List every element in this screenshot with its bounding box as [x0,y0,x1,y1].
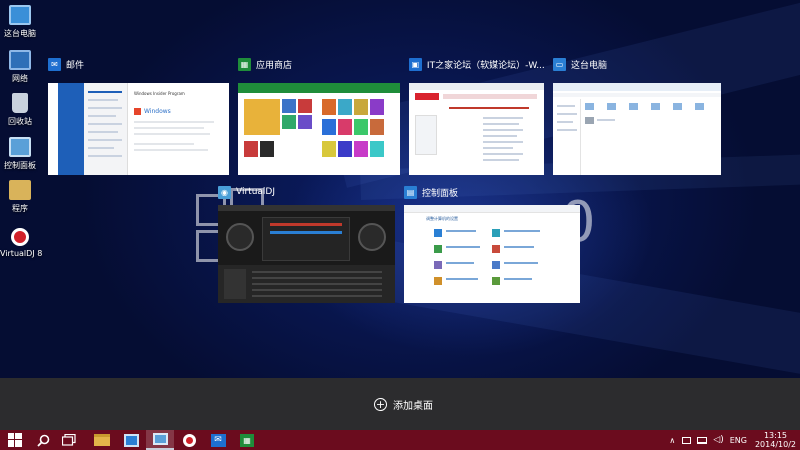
chevron-up-icon[interactable]: ∧ [669,436,675,445]
control-panel-icon [152,433,168,445]
browser-icon: ▣ [409,57,422,71]
clock-date: 2014/10/2 [754,440,796,449]
window-title: VirtualDJ [236,187,275,197]
virtualdj-icon [182,433,196,447]
volume-icon[interactable]: ◁) [713,435,723,445]
window-title: 控制面板 [422,188,459,199]
add-desktop-button[interactable]: + 添加桌面 [374,397,433,412]
task-window-it-home-forum[interactable]: ▣ IT之家论坛（软媒论坛）-W... [409,57,544,175]
computer-icon: ▭ [553,57,566,71]
desktop-icon-control-panel[interactable]: 控制面板 [0,137,40,171]
task-window-control-panel[interactable]: ▤ 控制面板 调整计算机的设置 [404,185,580,303]
task-view-button[interactable] [56,430,82,450]
add-desktop-bar: + 添加桌面 [0,378,800,430]
taskbar-app-it-home[interactable] [117,430,145,450]
desktop-icon-this-pc[interactable]: 这台电脑 [0,5,40,39]
mail-preview-heading: Windows Insider Program [134,91,185,96]
browser-icon [123,433,139,447]
recycle-bin-icon [12,93,28,113]
taskbar: ✉ ▦ ∧ ◁) ENG 13:15 2014/10/2 [0,430,800,450]
mail-icon: ✉ [48,57,61,71]
window-title: 应用商店 [256,60,293,71]
task-view-icon [62,434,76,446]
window-thumbnail: 调整计算机的设置 [404,205,580,303]
windows-start-icon [8,433,22,447]
virtualdj-icon: ◉ [218,185,231,199]
network-icon[interactable] [697,436,708,444]
taskbar-app-file-explorer[interactable] [88,430,116,450]
window-thumbnail: Windows Insider Program Windows [48,83,229,175]
folder-icon [9,180,31,200]
network-icon [9,50,31,70]
desktop-icon-programs[interactable]: 程序 [0,180,40,214]
window-thumbnail [553,83,721,175]
desktop-icon-virtualdj[interactable]: VirtualDJ 8 [0,228,42,258]
mail-icon: ✉ [210,433,226,447]
task-window-store[interactable]: ▦ 应用商店 [238,57,400,175]
store-icon: ▦ [238,57,251,71]
control-panel-icon: ▤ [404,185,417,199]
folder-icon [94,434,110,446]
add-desktop-label: 添加桌面 [393,401,433,412]
taskbar-app-mail[interactable]: ✉ [204,430,232,450]
store-icon: ▦ [240,433,254,447]
clock[interactable]: 13:15 2014/10/2 [755,431,796,449]
plus-icon: + [374,398,387,411]
window-thumbnail [238,83,400,175]
window-title: 邮件 [66,60,85,71]
window-thumbnail [409,83,544,175]
taskbar-app-virtualdj[interactable] [175,430,203,450]
system-tray: ∧ ◁) ENG 13:15 2014/10/2 [669,430,796,450]
taskbar-app-control-panel[interactable] [146,430,174,450]
task-window-mail[interactable]: ✉ 邮件 Windows Insider Program Windows [48,57,229,175]
task-window-virtualdj[interactable]: ◉ VirtualDJ [218,185,395,303]
search-button[interactable] [30,430,56,450]
mail-preview-brand: Windows [144,108,171,115]
control-panel-icon [9,137,31,157]
computer-icon [9,5,31,25]
control-panel-heading: 调整计算机的设置 [426,216,458,221]
language-indicator[interactable]: ENG [730,436,747,445]
virtualdj-icon [11,228,29,246]
window-title: IT之家论坛（软媒论坛）-W... [426,60,544,71]
notification-icon[interactable] [682,436,692,444]
search-icon [36,434,49,447]
desktop-icon-recycle-bin[interactable]: 回收站 [0,93,40,127]
clock-time: 13:15 [763,431,788,440]
start-button[interactable] [0,430,30,450]
window-thumbnail [218,205,395,303]
window-title: 这台电脑 [571,60,608,71]
taskbar-app-store[interactable]: ▦ [233,430,261,450]
desktop-icon-network[interactable]: 网络 [0,50,40,84]
task-window-this-pc[interactable]: ▭ 这台电脑 [553,57,721,175]
